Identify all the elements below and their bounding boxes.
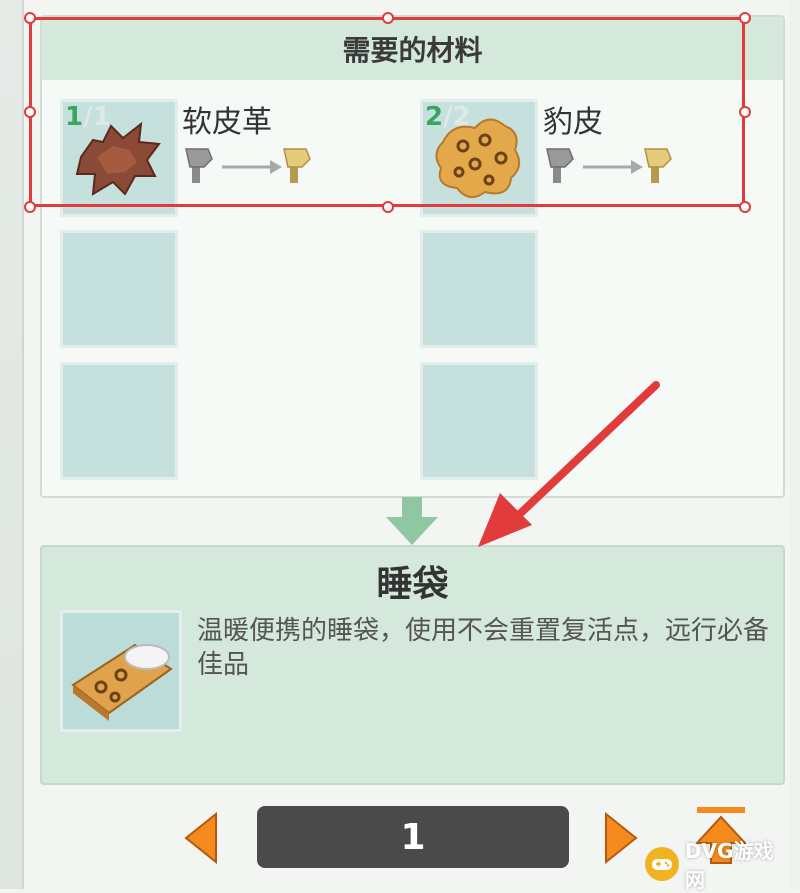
material-count-1: 1/1 (65, 102, 111, 132)
tool-upgrade-row-2 (543, 145, 683, 185)
result-item-slot[interactable] (60, 610, 182, 732)
next-page-button[interactable] (604, 812, 640, 864)
left-scroll-rail (0, 0, 24, 889)
material-name-2: 豹皮 (543, 105, 603, 140)
selection-handle (24, 12, 36, 24)
empty-material-slot[interactable] (60, 230, 178, 348)
material-slot-1[interactable]: 1/1 (60, 99, 178, 217)
page-number-display: 1 (257, 806, 569, 868)
material-count-2: 2/2 (425, 102, 471, 132)
watermark-text: DVG游戏网 (684, 839, 774, 892)
arrow-right-icon (222, 160, 282, 174)
material-slot-2[interactable]: 2/2 (420, 99, 538, 217)
stone-axe-icon (185, 148, 213, 183)
selection-handle (24, 201, 36, 213)
tool-upgrade-row-1 (182, 145, 322, 185)
empty-material-slot[interactable] (420, 230, 538, 348)
material-name-1: 软皮革 (182, 105, 272, 140)
selection-handle (24, 106, 36, 118)
stone-axe-icon (546, 148, 574, 183)
materials-panel: 需要的材料 1/1 软皮革 2/2 豹皮 (40, 15, 785, 498)
result-panel: 睡袋 温暖便携的睡袋，使用不会重置复活点，远行必备佳品 (40, 545, 785, 785)
result-item-name: 睡袋 (376, 564, 449, 605)
right-edge (790, 0, 800, 889)
watermark: DVG游戏网 (645, 839, 793, 892)
prev-page-button[interactable] (182, 812, 218, 864)
arrow-right-icon (583, 160, 643, 174)
materials-panel-title: 需要的材料 (42, 17, 783, 80)
annotation-arrow-icon (478, 381, 660, 547)
gamepad-logo-icon (645, 847, 679, 881)
result-item-description: 温暖便携的睡袋，使用不会重置复活点，远行必备佳品 (197, 616, 770, 680)
arrow-down-icon (386, 497, 438, 545)
empty-material-slot[interactable] (60, 362, 178, 480)
gold-axe-icon (644, 148, 672, 183)
gold-axe-icon (283, 148, 311, 183)
sleeping-bag-icon (71, 643, 173, 721)
